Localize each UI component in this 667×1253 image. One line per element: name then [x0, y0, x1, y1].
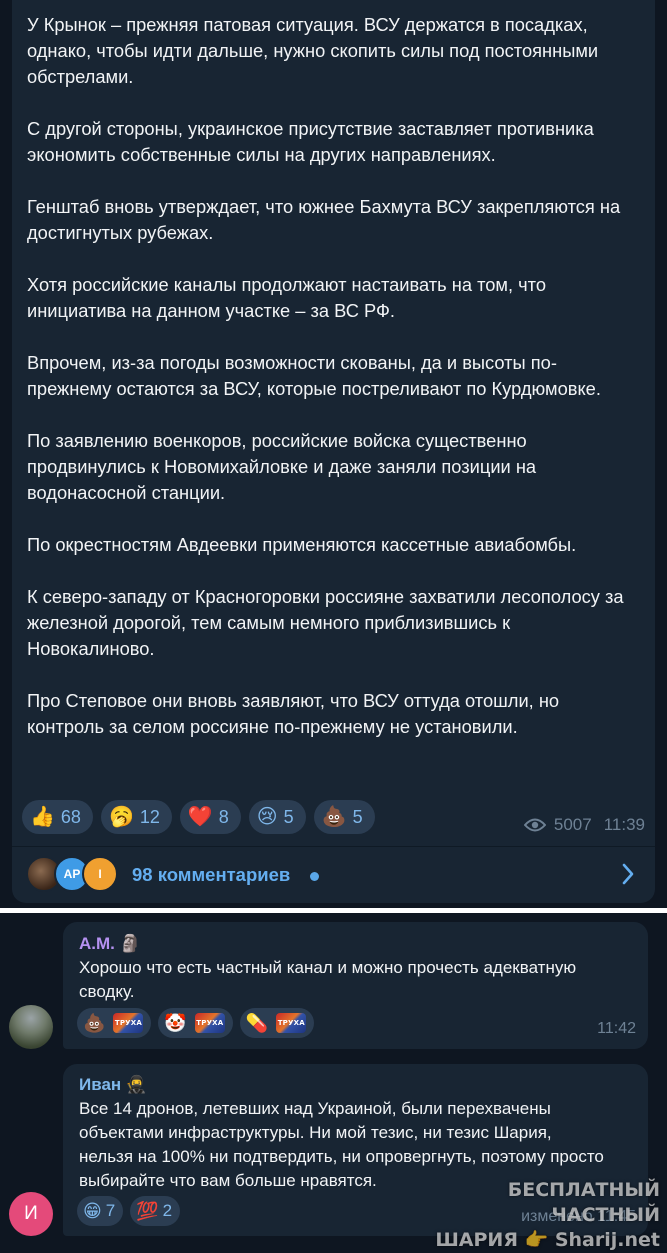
watermark-line: БЕСПЛАТНЫЙ ЧАСТНЫЙ — [507, 1179, 660, 1226]
channel-post-area: У Крынок – прежняя патовая ситуация. ВСУ… — [0, 0, 667, 908]
comment-reactions: 😁 7 💯 2 — [77, 1196, 187, 1226]
watermark: БЕСПЛАТНЫЙ ЧАСТНЫЙ ШАРИЯ 👉 Sharij.net — [430, 1178, 660, 1253]
eye-icon — [523, 818, 546, 832]
reaction-thumbs-up[interactable]: 👍 68 — [22, 800, 93, 834]
post-paragraph: По заявлению военкоров, российские войск… — [27, 430, 537, 503]
clown-face-icon: 🤡 — [164, 1013, 187, 1033]
post-paragraph: С другой стороны, украинское присутствие… — [27, 118, 594, 165]
comment-author[interactable]: Иван 🥷 — [79, 1075, 147, 1095]
post-time: 11:39 — [603, 815, 645, 834]
pile-of-poo-icon: 💩 — [83, 1013, 106, 1033]
reaction-grin[interactable]: 😁 7 — [77, 1196, 124, 1226]
reaction-hundred[interactable]: 💯 2 — [130, 1196, 181, 1226]
post-text: У Крынок – прежняя патовая ситуация. ВСУ… — [27, 12, 637, 740]
post-paragraph: Впрочем, из-за погоды возможности скован… — [27, 352, 601, 399]
crying-face-icon: 😢 — [256, 806, 278, 828]
pile-of-poo-icon: 💩 — [321, 806, 347, 828]
comment-text: Хорошо что есть частный канал и можно пр… — [79, 958, 577, 1001]
post-paragraph: Хотя российские каналы продолжают настаи… — [27, 274, 547, 321]
post-paragraph: Про Степовое они вновь заявляют, что ВСУ… — [27, 690, 560, 737]
reaction-pill[interactable]: 💊 ТРУХА — [239, 1008, 315, 1038]
comment-author[interactable]: А.М. 🗿 — [79, 934, 141, 954]
reaction-poo[interactable]: 💩 ТРУХА — [77, 1008, 152, 1038]
reaction-poo[interactable]: 💩 5 — [313, 800, 375, 834]
avatar: I — [82, 856, 118, 892]
reaction-count: 8 — [218, 806, 229, 827]
post-reactions: 👍 68 🥱 12 ❤️ 8 😢 5 💩 5 — [22, 800, 383, 834]
avatar[interactable] — [9, 1005, 53, 1049]
chevron-right-icon — [622, 863, 634, 885]
post-paragraph: У Крынок – прежняя патовая ситуация. ВСУ… — [27, 14, 599, 87]
post-paragraph: Генштаб вновь утверждает, что южнее Бахм… — [27, 196, 621, 243]
hundred-points-icon: 💯 — [136, 1201, 159, 1221]
reaction-count: 5 — [352, 806, 363, 827]
reaction-count: 2 — [162, 1201, 173, 1220]
reaction-count: 12 — [139, 806, 160, 827]
reaction-heart[interactable]: ❤️ 8 — [179, 800, 241, 834]
comment-time: 11:42 — [597, 1020, 636, 1037]
comments-count-label: 98 комментариев — [132, 864, 291, 885]
heart-icon: ❤️ — [187, 806, 213, 828]
post-paragraph: По окрестностям Авдеевки применяются кас… — [27, 534, 577, 555]
truha-badge: ТРУХА — [113, 1013, 144, 1033]
thumbs-up-icon: 👍 — [30, 806, 55, 828]
avatar-letter: И — [24, 1203, 38, 1224]
comment: А.М. 🗿 Хорошо что есть частный канал и м… — [0, 913, 667, 1053]
commenter-avatars: AP I — [26, 856, 126, 892]
post-meta: 5007 11:39 — [523, 815, 645, 835]
comment-bubble: А.М. 🗿 Хорошо что есть частный канал и м… — [63, 922, 648, 1049]
yawning-face-icon: 🥱 — [108, 806, 134, 828]
post-paragraph: К северо-западу от Красногоровки россиян… — [27, 586, 624, 659]
reaction-count: 68 — [60, 806, 81, 827]
reaction-count: 7 — [105, 1201, 116, 1220]
comment-reactions: 💩 ТРУХА 🤡 ТРУХА 💊 ТРУХА — [77, 1008, 321, 1038]
grinning-face-icon: 😁 — [83, 1201, 102, 1221]
reaction-crying[interactable]: 😢 5 — [248, 800, 306, 834]
reaction-yawn[interactable]: 🥱 12 — [100, 800, 172, 834]
pill-icon: 💊 — [245, 1013, 269, 1033]
unread-dot — [310, 872, 319, 881]
comments-button[interactable]: AP I 98 комментариев — [12, 847, 655, 903]
truha-badge: ТРУХА — [194, 1013, 225, 1033]
watermark-line: ШАРИЯ 👉 Sharij.net — [435, 1229, 660, 1251]
truha-badge: ТРУХА — [276, 1013, 307, 1033]
reaction-count: 5 — [283, 806, 294, 827]
reaction-clown[interactable]: 🤡 ТРУХА — [158, 1008, 233, 1038]
avatar[interactable]: И — [9, 1192, 53, 1236]
view-count: 5007 — [553, 815, 592, 834]
